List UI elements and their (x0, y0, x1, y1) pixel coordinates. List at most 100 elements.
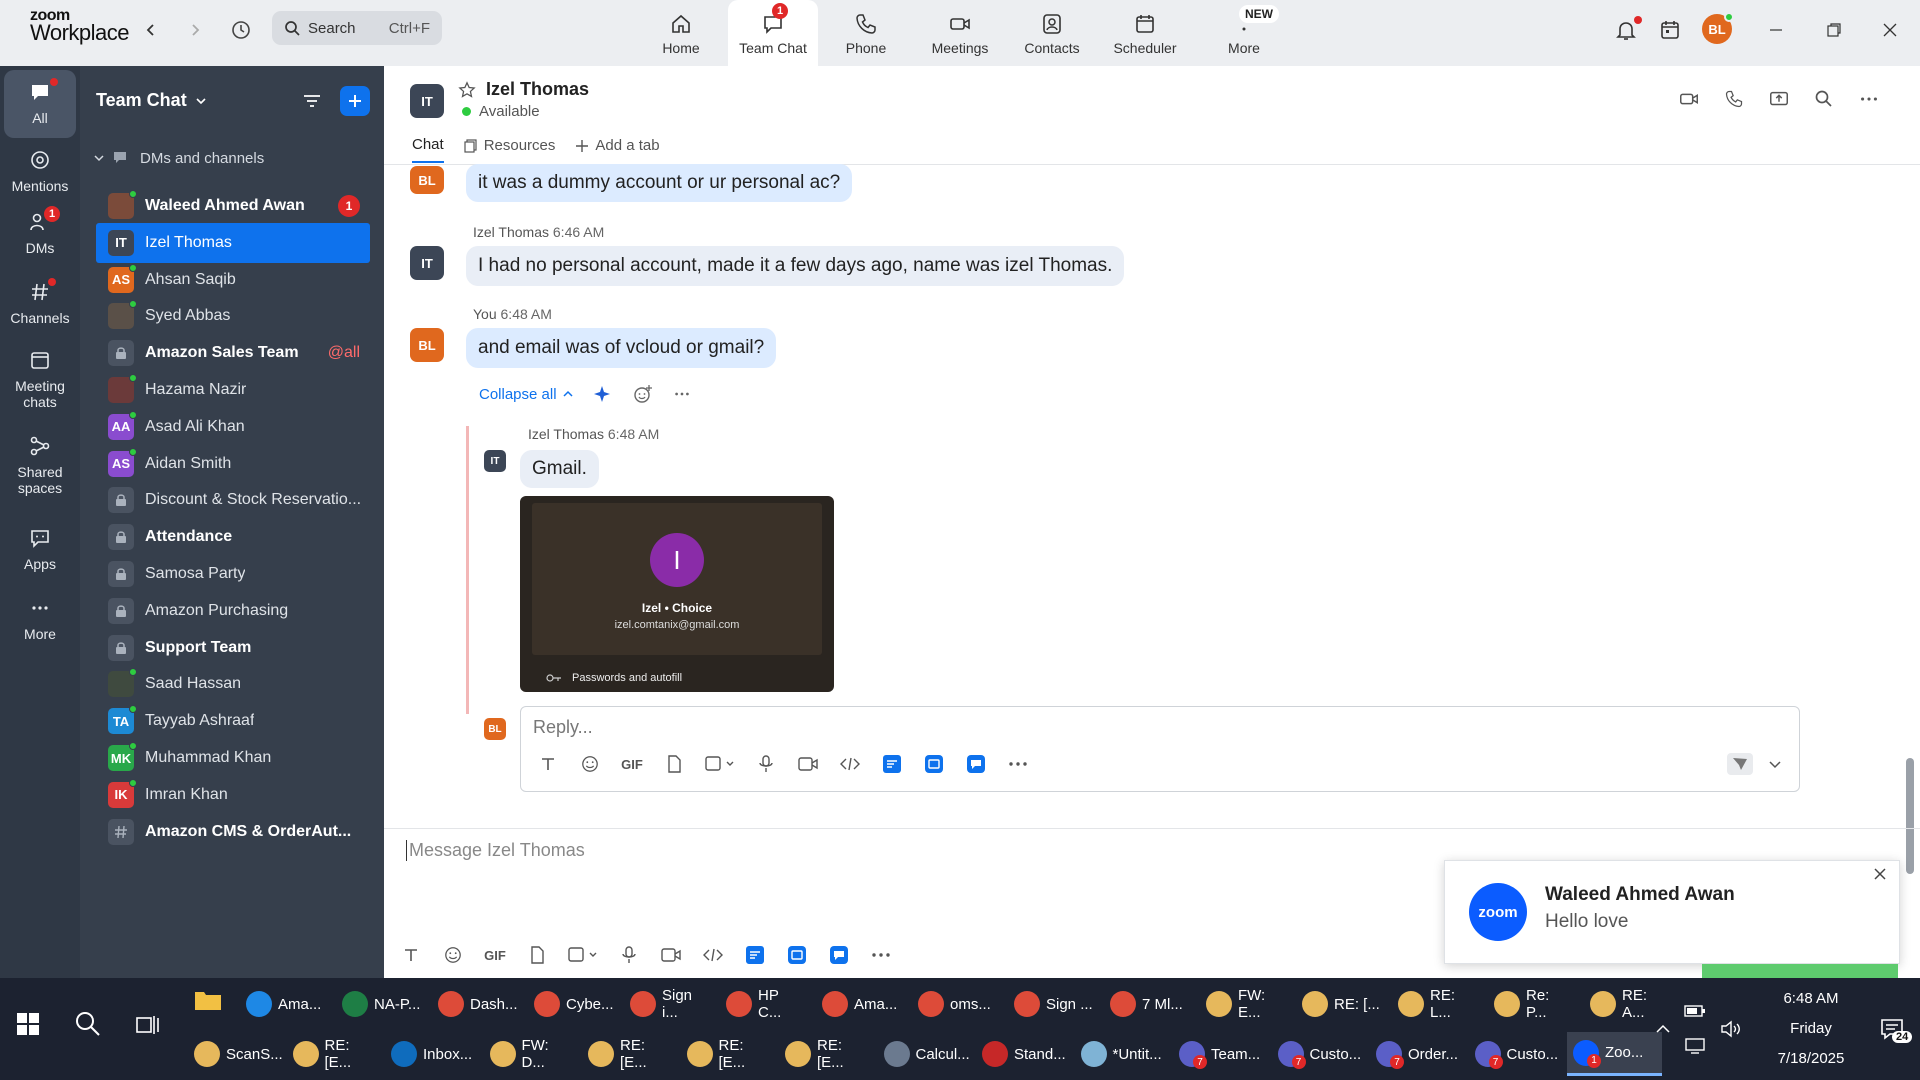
file-button[interactable] (526, 944, 548, 966)
start-button[interactable] (16, 1012, 40, 1036)
taskbar-app-button[interactable]: RE: [E... (681, 1032, 776, 1076)
rail-meeting-chats[interactable]: Meeting chats (4, 348, 76, 410)
scrollbar-thumb[interactable] (1906, 758, 1914, 874)
user-avatar[interactable]: BL (1702, 12, 1734, 44)
sidebar-item[interactable]: Amazon CMS & OrderAut... (96, 812, 370, 852)
more-tools-button[interactable] (1007, 753, 1029, 775)
sidebar-item[interactable]: Waleed Ahmed Awan 1 (96, 186, 370, 226)
task-view-button[interactable] (136, 1014, 160, 1036)
taskbar-clock[interactable]: 6:48 AM Friday 7/18/2025 (1756, 984, 1866, 1074)
sidebar-item[interactable]: Amazon Sales Team @all (96, 333, 370, 373)
taskbar-app-button[interactable]: FW: D... (484, 1032, 579, 1076)
notification-close-button[interactable] (1873, 867, 1887, 881)
sidebar-title[interactable]: Team Chat (96, 90, 207, 111)
app-button-3[interactable] (965, 753, 987, 775)
message-input[interactable]: Message Izel Thomas (406, 840, 585, 861)
chevron-up-icon[interactable] (1656, 1024, 1670, 1034)
screenshot-button[interactable] (568, 944, 598, 966)
new-chat-button[interactable] (340, 86, 370, 116)
search-box[interactable]: Search Ctrl+F (272, 11, 442, 45)
sidebar-item[interactable]: AA Asad Ali Khan (96, 407, 370, 447)
file-explorer-button[interactable] (194, 988, 222, 1012)
taskbar-app-button[interactable]: RE: [... (1296, 982, 1388, 1026)
battery-icon[interactable] (1684, 1003, 1706, 1019)
rail-dms[interactable]: DMs 1 (4, 206, 76, 256)
collapse-all-button[interactable]: Collapse all (479, 386, 573, 403)
message-avatar[interactable]: BL (410, 166, 444, 194)
video-message-button[interactable] (797, 753, 819, 775)
search-icon[interactable] (1814, 89, 1834, 109)
message-notification[interactable]: zoom Waleed Ahmed Awan Hello love (1444, 860, 1900, 964)
minimize-button[interactable] (1760, 14, 1792, 46)
section-dms-channels[interactable]: DMs and channels (94, 149, 264, 167)
rail-channels[interactable]: Channels (4, 278, 76, 326)
format-text-button[interactable] (537, 753, 559, 775)
taskbar-app-button[interactable]: FW: E... (1200, 982, 1292, 1026)
reply-bubble[interactable]: Gmail. (520, 450, 599, 488)
sidebar-item[interactable]: Support Team (96, 628, 370, 668)
taskbar-app-button[interactable]: oms... (912, 982, 1004, 1026)
sidebar-item[interactable]: Amazon Purchasing (96, 591, 370, 631)
rail-all[interactable]: All (4, 70, 76, 138)
back-button[interactable] (136, 15, 166, 45)
history-button[interactable] (226, 15, 256, 45)
contact-name[interactable]: Izel Thomas (486, 79, 589, 100)
code-snippet-button[interactable] (702, 944, 724, 966)
sidebar-item[interactable]: Saad Hassan (96, 664, 370, 704)
more-options-icon[interactable] (673, 385, 691, 403)
taskbar-app-button[interactable]: Ama... (240, 982, 332, 1026)
contact-avatar[interactable]: IT (410, 84, 444, 118)
taskbar-app-button[interactable]: 1 Zoo... (1567, 1032, 1662, 1076)
screenshot-button[interactable] (705, 753, 735, 775)
taskbar-app-button[interactable]: 7 Custo... (1469, 1032, 1564, 1076)
message-avatar[interactable]: IT (410, 246, 444, 280)
emoji-button[interactable] (442, 944, 464, 966)
restore-button[interactable] (1818, 14, 1850, 46)
tab-team-chat[interactable]: Team Chat 1 (728, 0, 818, 66)
notification-center-button[interactable]: 24 (1880, 1017, 1913, 1043)
gif-button[interactable]: GIF (621, 753, 643, 775)
send-button[interactable] (1727, 753, 1753, 775)
sidebar-item[interactable]: MK Muhammad Khan (96, 738, 370, 778)
sidebar-item[interactable]: Hazama Nazir (96, 370, 370, 410)
app-button-1[interactable] (881, 753, 903, 775)
taskbar-app-button[interactable]: Dash... (432, 982, 524, 1026)
reply-input[interactable]: Reply... GIF (520, 706, 1800, 792)
taskbar-app-button[interactable]: ScanS... (188, 1032, 283, 1076)
more-tools-button[interactable] (870, 944, 892, 966)
taskbar-app-button[interactable]: NA-P... (336, 982, 428, 1026)
calendar-button[interactable] (1654, 14, 1686, 46)
taskbar-app-button[interactable]: Sign ... (1008, 982, 1100, 1026)
taskbar-search-button[interactable] (74, 1010, 102, 1038)
taskbar-app-button[interactable]: RE: [E... (287, 1032, 382, 1076)
app-button-2[interactable] (923, 753, 945, 775)
emoji-button[interactable] (579, 753, 601, 775)
more-options-icon[interactable] (1858, 88, 1880, 110)
message-bubble[interactable]: and email was of vcloud or gmail? (466, 328, 777, 368)
forward-button[interactable] (180, 15, 210, 45)
phone-call-icon[interactable] (1724, 89, 1744, 109)
add-tab-button[interactable]: Add a tab (575, 136, 660, 163)
taskbar-app-button[interactable]: Cybe... (528, 982, 620, 1026)
screen-share-icon[interactable] (1768, 88, 1790, 110)
sidebar-item[interactable]: IT Izel Thomas (96, 222, 370, 263)
chevron-down-icon[interactable] (1769, 759, 1781, 769)
tab-home[interactable]: Home (650, 0, 712, 66)
code-snippet-button[interactable] (839, 753, 861, 775)
reply-avatar[interactable]: IT (484, 450, 506, 472)
sidebar-item[interactable]: Syed Abbas (96, 296, 370, 336)
taskbar-app-button[interactable]: RE: [E... (779, 1032, 874, 1076)
taskbar-app-button[interactable]: Re: P... (1488, 982, 1580, 1026)
sidebar-item[interactable]: Samosa Party (96, 554, 370, 594)
gif-button[interactable]: GIF (484, 944, 506, 966)
message-bubble[interactable]: I had no personal account, made it a few… (466, 246, 1125, 286)
audio-button[interactable] (618, 944, 640, 966)
star-icon[interactable] (458, 80, 476, 99)
network-icon[interactable] (1684, 1037, 1706, 1055)
taskbar-app-button[interactable]: Calcul... (878, 1032, 973, 1076)
sidebar-item[interactable]: IK Imran Khan (96, 775, 370, 815)
taskbar-app-button[interactable]: RE: [E... (582, 1032, 677, 1076)
close-button[interactable] (1874, 14, 1906, 46)
message-bubble[interactable]: it was a dummy account or ur personal ac… (466, 164, 853, 202)
taskbar-app-button[interactable]: 7 Team... (1173, 1032, 1268, 1076)
